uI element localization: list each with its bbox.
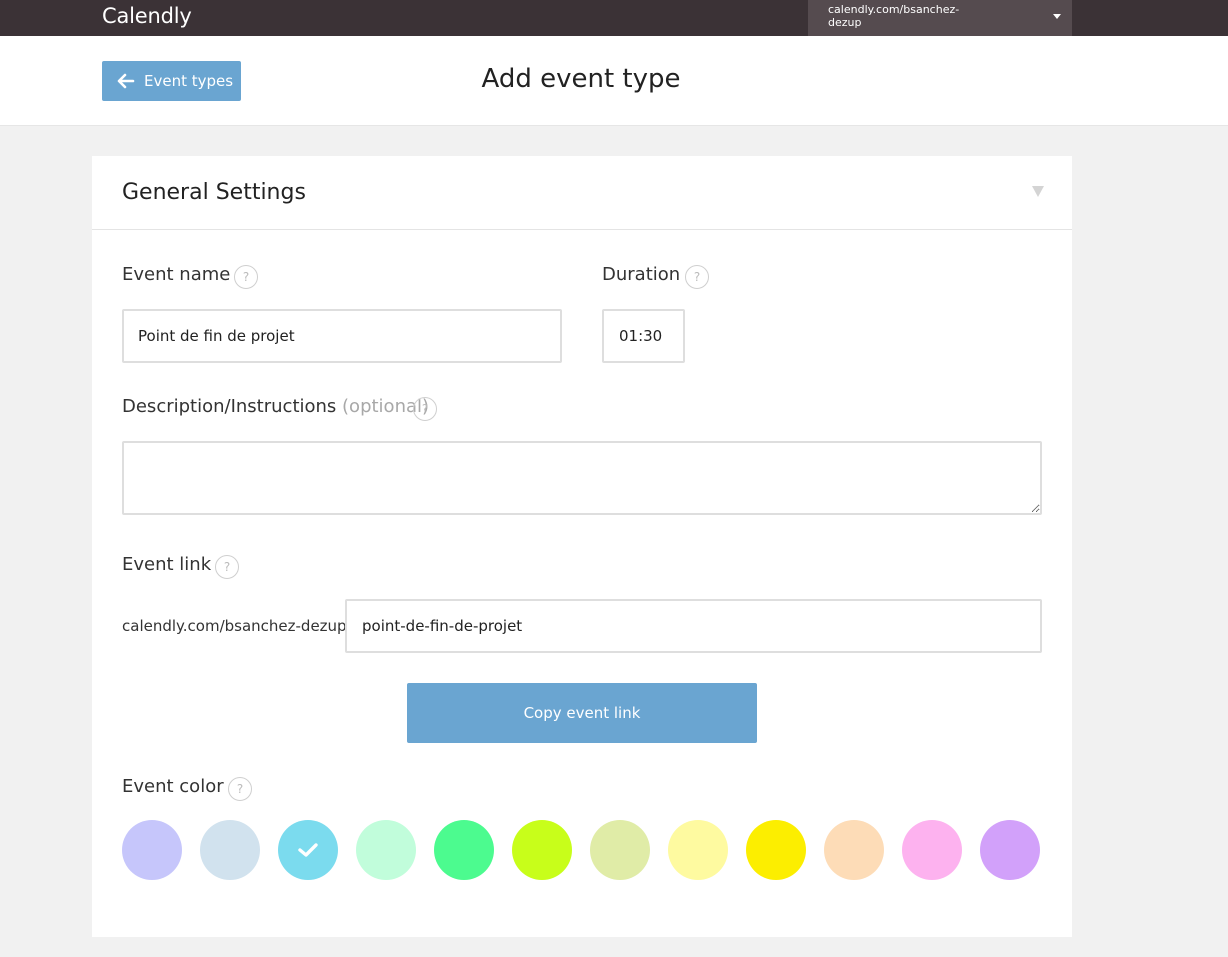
color-swatch[interactable] — [278, 820, 338, 880]
top-navbar: Calendly calendly.com/bsanchez-dezup — [0, 0, 1228, 36]
description-label: Description/Instructions (optional) — [122, 396, 429, 417]
event-name-input[interactable] — [122, 309, 562, 363]
color-swatch[interactable] — [668, 820, 728, 880]
checkmark-icon — [298, 843, 318, 857]
general-settings-header[interactable]: General Settings — [92, 156, 1072, 230]
event-color-help-icon[interactable]: ? — [228, 777, 252, 801]
description-help-icon[interactable]: ? — [413, 397, 437, 421]
color-swatch[interactable] — [356, 820, 416, 880]
general-settings-card: General Settings Event name ? Duration ?… — [92, 156, 1072, 937]
color-swatch[interactable] — [122, 820, 182, 880]
event-name-label: Event name — [122, 264, 231, 285]
event-name-help-icon[interactable]: ? — [234, 265, 258, 289]
color-swatch[interactable] — [512, 820, 572, 880]
duration-label: Duration — [602, 264, 681, 285]
event-link-slug-input[interactable] — [345, 599, 1042, 653]
description-label-text: Description/Instructions — [122, 396, 337, 417]
color-swatch[interactable] — [590, 820, 650, 880]
color-swatch[interactable] — [980, 820, 1040, 880]
account-menu[interactable]: calendly.com/bsanchez-dezup — [808, 0, 1072, 36]
duration-input[interactable] — [602, 309, 685, 363]
color-swatch[interactable] — [200, 820, 260, 880]
color-swatch[interactable] — [434, 820, 494, 880]
color-swatch[interactable] — [902, 820, 962, 880]
description-textarea[interactable] — [122, 441, 1042, 515]
brand-logo[interactable]: Calendly — [102, 4, 192, 28]
duration-help-icon[interactable]: ? — [685, 265, 709, 289]
event-color-palette — [122, 820, 1052, 882]
event-link-prefix: calendly.com/bsanchez-dezup/ — [122, 617, 352, 635]
event-link-label: Event link — [122, 554, 212, 575]
account-url: calendly.com/bsanchez-dezup — [828, 3, 960, 29]
collapse-triangle-icon[interactable] — [1032, 186, 1044, 197]
general-settings-title: General Settings — [122, 180, 306, 205]
caret-down-icon — [1053, 14, 1061, 19]
copy-event-link-button[interactable]: Copy event link — [407, 683, 757, 743]
event-color-label: Event color — [122, 776, 224, 797]
color-swatch[interactable] — [746, 820, 806, 880]
event-link-help-icon[interactable]: ? — [215, 555, 239, 579]
page-title: Add event type — [481, 64, 681, 94]
page-header: Event types Add event type — [0, 36, 1228, 126]
color-swatch[interactable] — [824, 820, 884, 880]
